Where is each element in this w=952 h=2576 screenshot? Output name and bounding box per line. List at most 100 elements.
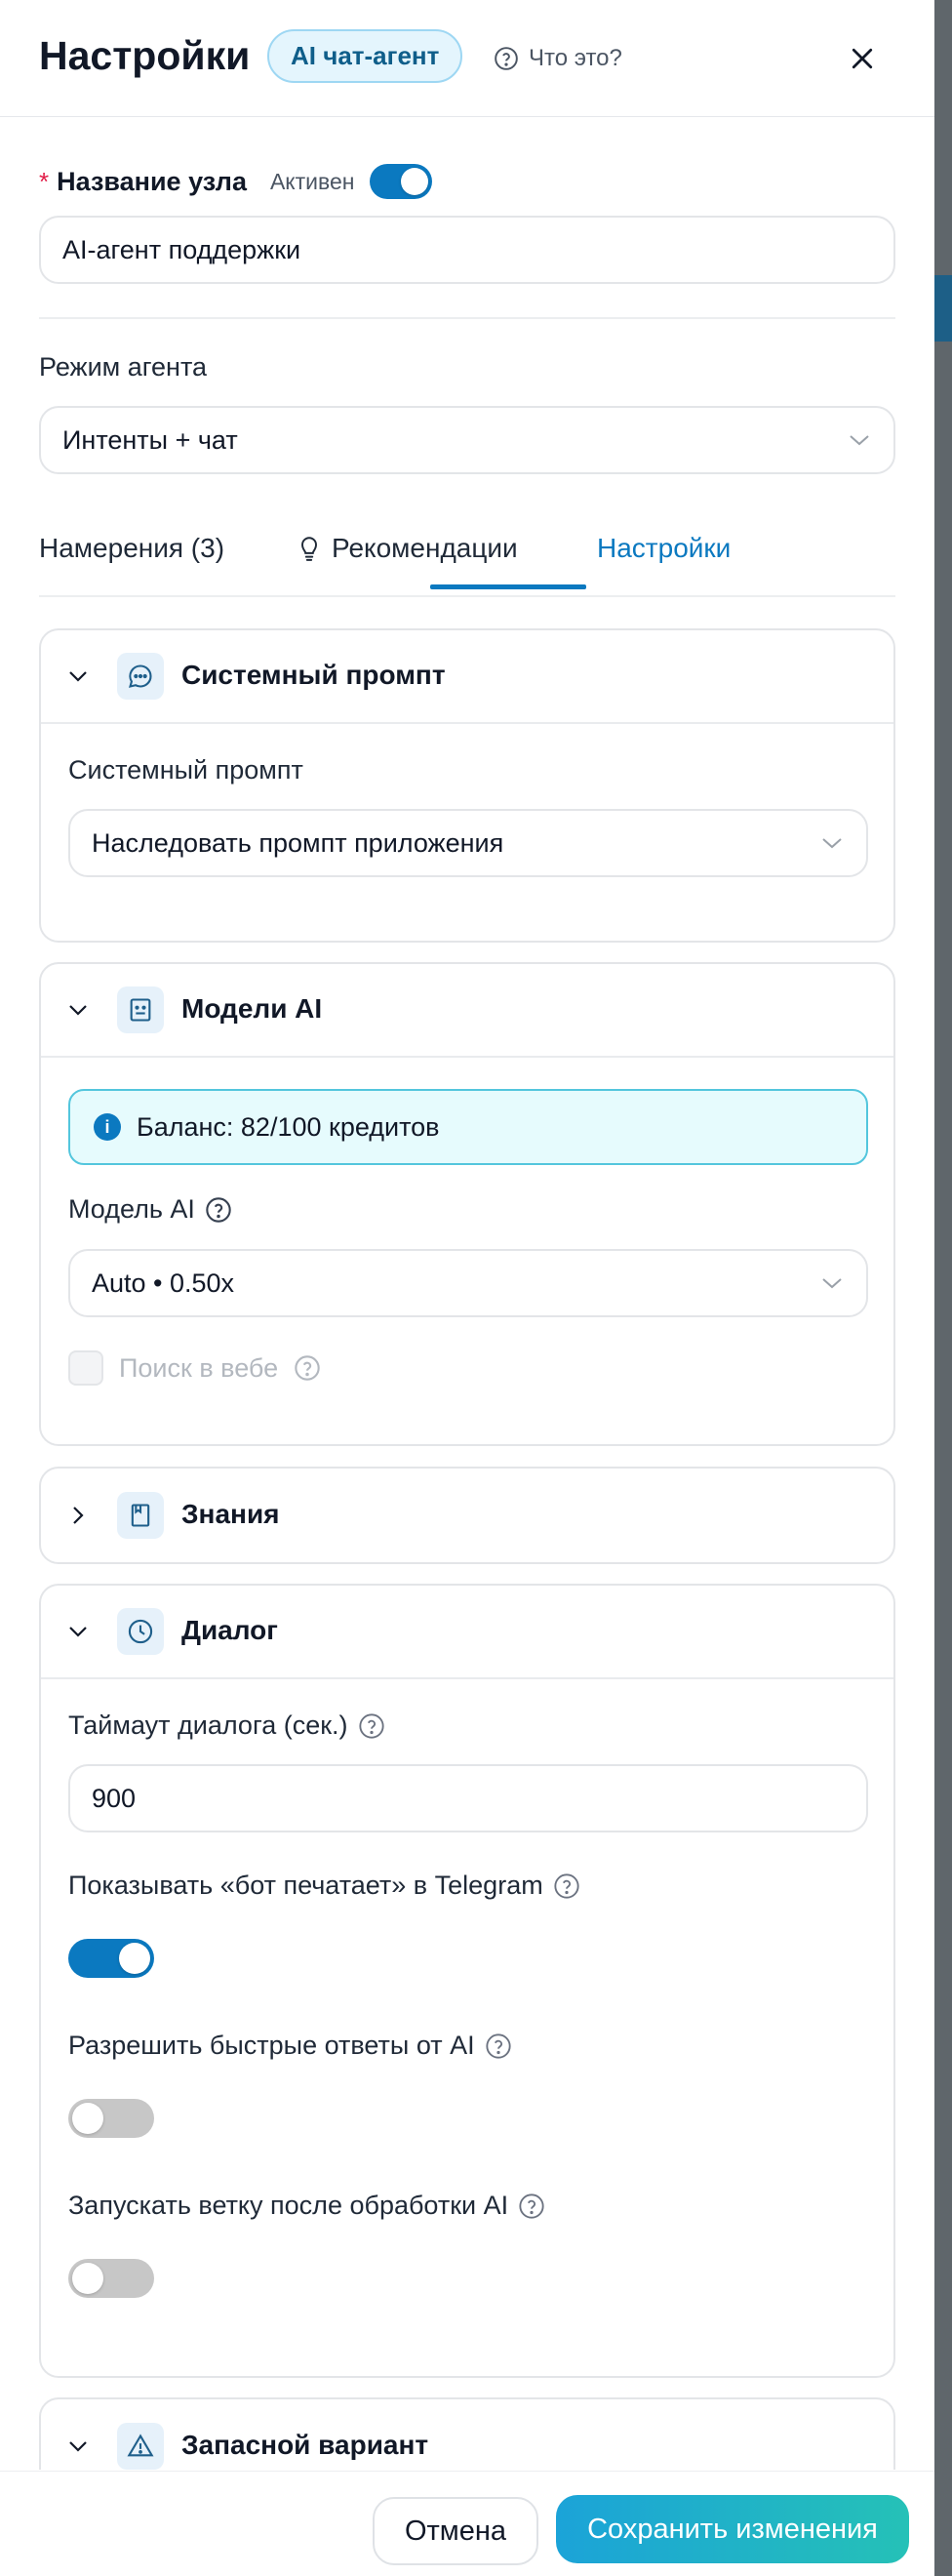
dialog-title: Диалог	[181, 1615, 278, 1645]
node-name-row: * Название узла Активен	[39, 162, 433, 201]
ai-models-card: Модели AI i Баланс: 82/100 кредитов Моде…	[39, 962, 895, 1446]
question-circle-icon[interactable]	[553, 1872, 580, 1900]
typing-toggle[interactable]	[68, 1939, 154, 1978]
required-mark: *	[39, 166, 50, 196]
system-prompt-value: Наследовать промпт приложения	[92, 827, 504, 858]
active-label: Активен	[269, 168, 355, 194]
chevron-down-icon	[822, 838, 842, 849]
agent-mode-label: Режим агента	[39, 352, 208, 382]
knowledge-header[interactable]: Знания	[41, 1469, 893, 1562]
info-icon: i	[94, 1113, 121, 1141]
question-circle-icon	[495, 47, 518, 70]
dialog-card: Диалог Таймаут диалога (сек.) 900 Показы…	[39, 1584, 895, 2378]
robot-icon	[130, 998, 151, 1022]
quick-replies-toggle[interactable]	[68, 2099, 154, 2138]
question-circle-icon[interactable]	[294, 1354, 321, 1382]
question-circle-icon[interactable]	[485, 2033, 512, 2060]
node-name-input[interactable]: AI-агент поддержки	[39, 216, 895, 284]
web-search-label: Поиск в вебе	[119, 1352, 279, 1383]
ai-models-icon-box	[117, 986, 164, 1033]
chevron-down-icon	[69, 1005, 87, 1016]
book-icon	[131, 1504, 150, 1527]
chevron-down-icon	[69, 671, 87, 682]
branch-label: Запускать ветку после обработки AI	[68, 2191, 545, 2221]
system-prompt-header[interactable]: Системный промпт	[41, 630, 893, 724]
question-circle-icon[interactable]	[518, 2193, 545, 2220]
knowledge-card: Знания	[39, 1467, 895, 1564]
quick-replies-label-text: Разрешить быстрые ответы от AI	[68, 2031, 475, 2060]
balance-text: Баланс: 82/100 кредитов	[137, 1111, 440, 1142]
active-tab-indicator	[430, 584, 586, 589]
fallback-title: Запасной вариант	[181, 2430, 429, 2460]
ai-models-header[interactable]: Модели AI	[41, 964, 893, 1058]
web-search-checkbox[interactable]	[68, 1350, 103, 1386]
ai-models-title: Модели AI	[181, 993, 323, 1024]
fallback-card: Запасной вариант	[39, 2397, 895, 2470]
fallback-icon-box	[117, 2423, 164, 2470]
fallback-header[interactable]: Запасной вариант	[41, 2399, 893, 2470]
branch-toggle[interactable]	[68, 2259, 154, 2298]
chevron-right-icon	[73, 1507, 84, 1524]
node-name-label: Название узла	[57, 166, 247, 196]
drawer-title: Настройки	[39, 33, 251, 78]
lightbulb-icon	[301, 537, 317, 561]
timeout-label-text: Таймаут диалога (сек.)	[68, 1711, 348, 1740]
tab-label: Рекомендации	[332, 533, 518, 563]
typing-label: Показывать «бот печатает» в Telegram	[68, 1871, 580, 1901]
close-button[interactable]	[843, 39, 882, 78]
save-button[interactable]: Сохранить изменения	[556, 2495, 909, 2563]
chevron-down-icon	[69, 1627, 87, 1637]
tab-intents[interactable]: Намерения (3)	[39, 533, 224, 564]
branch-label-text: Запускать ветку после обработки AI	[68, 2191, 509, 2220]
tab-label: Намерения (3)	[39, 533, 225, 563]
system-prompt-select[interactable]: Наследовать промпт приложения	[68, 809, 868, 877]
dialog-header[interactable]: Диалог	[41, 1586, 893, 1679]
system-prompt-icon-box	[117, 653, 164, 700]
tab-label: Настройки	[597, 533, 732, 563]
question-circle-icon[interactable]	[205, 1196, 232, 1224]
agent-mode-select[interactable]: Интенты + чат	[39, 406, 895, 474]
dialog-icon-box	[117, 1608, 164, 1655]
knowledge-title: Знания	[181, 1499, 280, 1529]
agent-mode-value: Интенты + чат	[62, 424, 238, 455]
node-type-tag: AI чат-агент	[267, 29, 463, 83]
question-circle-icon[interactable]	[358, 1712, 385, 1740]
warning-triangle-icon	[127, 2434, 154, 2457]
toggle-knob	[401, 168, 429, 195]
background-page	[934, 0, 952, 2576]
chat-bubble-icon	[129, 664, 152, 688]
drawer-content[interactable]: * Название узла Активен AI-агент поддерж…	[0, 118, 934, 2470]
help-link[interactable]: Что это?	[494, 43, 622, 74]
chevron-down-icon	[69, 2441, 87, 2452]
knowledge-icon-box	[117, 1492, 164, 1539]
ai-model-value: Auto • 0.50x	[92, 1268, 235, 1298]
settings-drawer: Настройки AI чат-агент Что это? * Назван…	[0, 0, 934, 2576]
timeout-input[interactable]: 900	[68, 1764, 868, 1832]
cancel-button[interactable]: Отмена	[373, 2497, 538, 2565]
web-search-row: Поиск в вебе	[68, 1350, 321, 1386]
chevron-down-icon	[822, 1278, 842, 1289]
tab-recommendations[interactable]: Рекомендации	[297, 533, 518, 564]
system-prompt-field-label: Системный промпт	[68, 755, 303, 785]
toggle-knob	[72, 2263, 103, 2294]
close-icon	[852, 48, 873, 69]
ai-model-select[interactable]: Auto • 0.50x	[68, 1249, 868, 1317]
background-bar	[934, 275, 952, 342]
quick-replies-label: Разрешить быстрые ответы от AI	[68, 2031, 512, 2061]
toggle-knob	[119, 1943, 150, 1974]
help-link-label: Что это?	[529, 45, 622, 71]
tab-settings[interactable]: Настройки	[597, 533, 731, 564]
chevron-down-icon	[850, 435, 869, 446]
ai-model-label: Модель AI	[68, 1194, 232, 1225]
timeout-value: 900	[92, 1783, 137, 1813]
typing-label-text: Показывать «бот печатает» в Telegram	[68, 1871, 543, 1900]
system-prompt-card: Системный промпт Системный промпт Наслед…	[39, 628, 895, 943]
system-prompt-title: Системный промпт	[181, 660, 446, 690]
drawer-header: Настройки AI чат-агент Что это?	[0, 0, 934, 117]
balance-info: i Баланс: 82/100 кредитов	[68, 1089, 868, 1165]
divider	[39, 317, 895, 319]
active-toggle[interactable]	[370, 164, 433, 199]
ai-model-label-text: Модель AI	[68, 1194, 195, 1224]
node-name-value: AI-агент поддержки	[62, 234, 301, 264]
clock-icon	[128, 1619, 153, 1644]
